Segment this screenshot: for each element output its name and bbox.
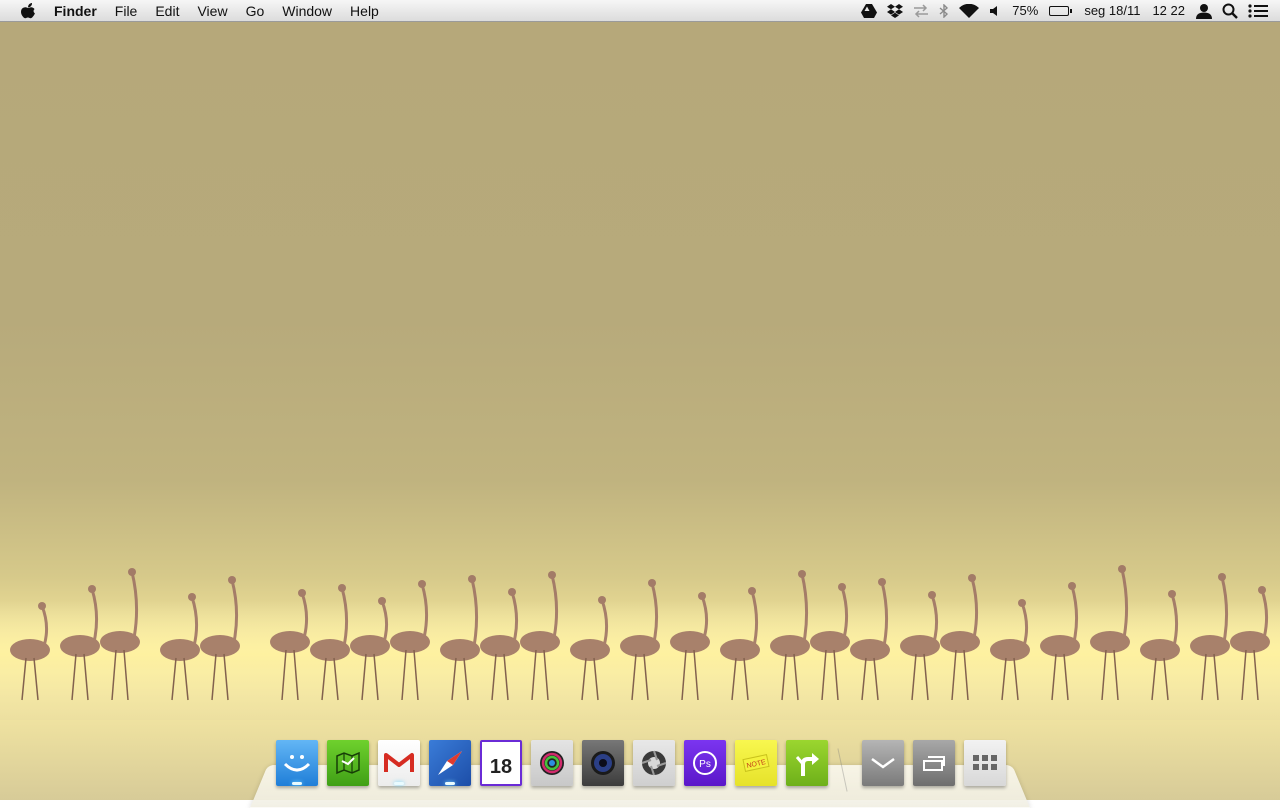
running-indicator xyxy=(445,782,455,785)
spotlight-search-icon[interactable] xyxy=(1222,0,1238,22)
windows-stack-icon[interactable] xyxy=(913,740,955,786)
running-indicator xyxy=(394,782,404,785)
wifi-icon[interactable] xyxy=(959,0,980,22)
launchpad-icon[interactable] xyxy=(964,740,1006,786)
safari-icon[interactable] xyxy=(429,740,471,786)
flamingo-wallpaper xyxy=(0,565,1280,720)
bluetooth-icon[interactable] xyxy=(939,0,949,22)
maps-icon[interactable] xyxy=(327,740,369,786)
menu-date[interactable]: seg 18/11 xyxy=(1084,0,1140,22)
running-indicator xyxy=(292,782,302,785)
notification-center-icon[interactable] xyxy=(1248,0,1268,22)
calendar-icon[interactable]: 18 xyxy=(480,740,522,786)
volume-icon[interactable] xyxy=(989,0,1001,22)
menu-help[interactable]: Help xyxy=(341,0,388,22)
game-center-icon[interactable] xyxy=(531,740,573,786)
finder-icon[interactable] xyxy=(276,740,318,786)
aperture-icon[interactable] xyxy=(633,740,675,786)
desktop xyxy=(0,0,1280,800)
calendar-day-label: 18 xyxy=(489,755,513,778)
sync-icon[interactable] xyxy=(913,0,929,22)
apple-menu-icon[interactable] xyxy=(18,0,38,22)
dock: 18 Ps NOTE xyxy=(250,740,1030,808)
gmail-icon[interactable] xyxy=(378,740,420,786)
menu-window[interactable]: Window xyxy=(273,0,341,22)
menu-bar: Finder File Edit View Go Window Help 75%… xyxy=(0,0,1280,22)
app-menu-finder[interactable]: Finder xyxy=(54,0,106,22)
downloads-stack-icon[interactable] xyxy=(862,740,904,786)
battery-percent[interactable]: 75% xyxy=(1012,0,1038,22)
photoshop-icon[interactable]: Ps xyxy=(684,740,726,786)
battery-icon[interactable] xyxy=(1049,0,1073,22)
menu-file[interactable]: File xyxy=(106,0,147,22)
user-icon[interactable] xyxy=(1196,0,1212,22)
menu-go[interactable]: Go xyxy=(237,0,274,22)
menu-edit[interactable]: Edit xyxy=(146,0,188,22)
menu-view[interactable]: View xyxy=(188,0,236,22)
svg-text:Ps: Ps xyxy=(699,759,711,770)
directions-icon[interactable] xyxy=(786,740,828,786)
menu-clock[interactable]: 12 22 xyxy=(1152,0,1185,22)
google-drive-icon[interactable] xyxy=(861,0,878,22)
stickies-icon[interactable]: NOTE xyxy=(735,740,777,786)
dropbox-icon[interactable] xyxy=(887,0,904,22)
camera-icon[interactable] xyxy=(582,740,624,786)
